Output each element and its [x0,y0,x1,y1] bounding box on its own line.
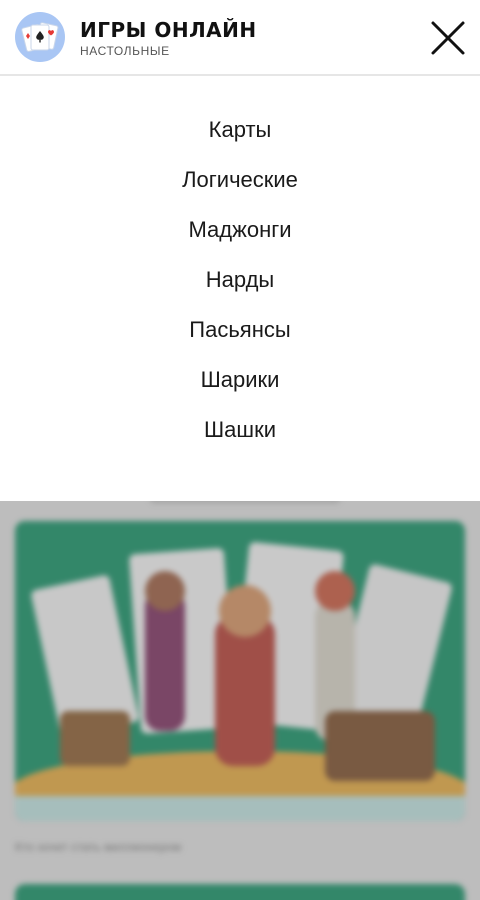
menu-item-logic[interactable]: Логические [0,155,480,205]
menu-item-balls[interactable]: Шарики [0,355,480,405]
overlay-dim[interactable] [0,501,480,900]
playing-cards-icon [21,22,59,52]
menu-item-backgammon[interactable]: Нарды [0,255,480,305]
close-menu-button[interactable] [430,20,466,56]
close-icon [431,21,465,55]
brand[interactable]: ИГРЫ ОНЛАЙН НАСТОЛЬНЫЕ [80,19,257,59]
menu-item-cards[interactable]: Карты [0,105,480,155]
menu-item-mahjong[interactable]: Маджонги [0,205,480,255]
page: ИГРЫ ОНЛАЙН НАСТОЛЬНЫЕ Карты Логические … [0,0,480,900]
site-title: ИГРЫ ОНЛАЙН [80,18,257,42]
category-list: Карты Логические Маджонги Нарды Пасьянсы… [0,76,480,455]
site-logo[interactable] [15,12,65,62]
site-subtitle: НАСТОЛЬНЫЕ [80,44,170,58]
category-menu: Карты Логические Маджонги Нарды Пасьянсы… [0,76,480,501]
menu-item-solitaire[interactable]: Пасьянсы [0,305,480,355]
menu-item-checkers[interactable]: Шашки [0,405,480,455]
site-header: ИГРЫ ОНЛАЙН НАСТОЛЬНЫЕ [0,0,480,76]
